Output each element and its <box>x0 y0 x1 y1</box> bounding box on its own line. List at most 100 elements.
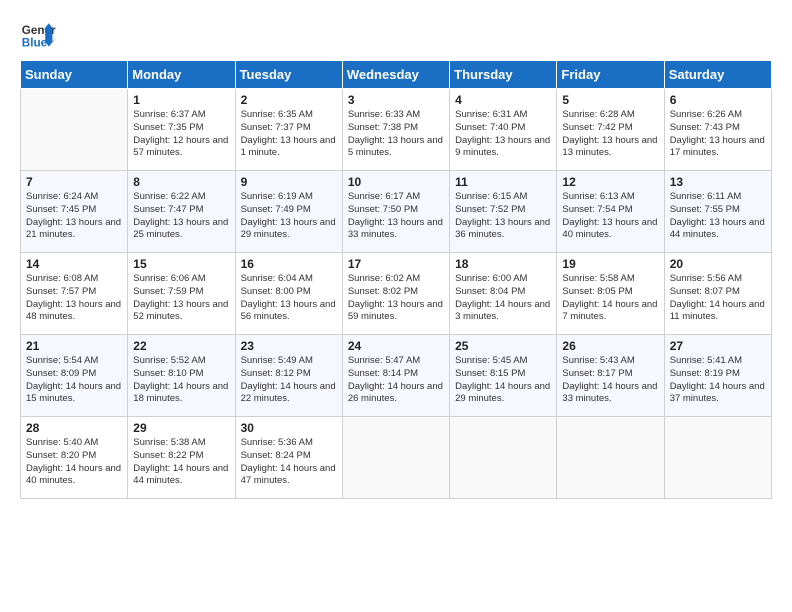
day-number: 6 <box>670 93 766 107</box>
weekday-header-saturday: Saturday <box>664 61 771 89</box>
svg-text:Blue: Blue <box>22 37 48 50</box>
day-info: Sunrise: 6:28 AMSunset: 7:42 PMDaylight:… <box>562 109 658 160</box>
calendar-week-2: 7 Sunrise: 6:24 AMSunset: 7:45 PMDaylight… <box>21 171 772 253</box>
day-info: Sunrise: 6:08 AMSunset: 7:57 PMDaylight:… <box>26 273 122 324</box>
calendar-cell: 6 Sunrise: 6:26 AMSunset: 7:43 PMDaylight… <box>664 89 771 171</box>
day-number: 4 <box>455 93 551 107</box>
weekday-header-friday: Friday <box>557 61 664 89</box>
calendar-cell: 11 Sunrise: 6:15 AMSunset: 7:52 PMDayligh… <box>450 171 557 253</box>
weekday-header-row: SundayMondayTuesdayWednesdayThursdayFrid… <box>21 61 772 89</box>
day-number: 16 <box>241 257 337 271</box>
day-number: 1 <box>133 93 229 107</box>
day-info: Sunrise: 5:54 AMSunset: 8:09 PMDaylight:… <box>26 355 122 406</box>
calendar-cell: 19Sunrise: 5:58 AMSunset: 8:05 PMDayligh… <box>557 253 664 335</box>
calendar-week-4: 21 Sunrise: 5:54 AMSunset: 8:09 PMDayligh… <box>21 335 772 417</box>
calendar-week-3: 14 Sunrise: 6:08 AMSunset: 7:57 PMDayligh… <box>21 253 772 335</box>
calendar-cell: 12 Sunrise: 6:13 AMSunset: 7:54 PMDayligh… <box>557 171 664 253</box>
day-info: Sunrise: 5:43 AMSunset: 8:17 PMDaylight:… <box>562 355 658 406</box>
day-number: 13 <box>670 175 766 189</box>
calendar-cell: 27 Sunrise: 5:41 AMSunset: 8:19 PMDayligh… <box>664 335 771 417</box>
day-info: Sunrise: 6:24 AMSunset: 7:45 PMDaylight:… <box>26 191 122 242</box>
day-number: 10 <box>348 175 444 189</box>
weekday-header-thursday: Thursday <box>450 61 557 89</box>
day-info: Sunrise: 5:41 AMSunset: 8:19 PMDaylight:… <box>670 355 766 406</box>
calendar-cell: 20 Sunrise: 5:56 AMSunset: 8:07 PMDayligh… <box>664 253 771 335</box>
day-number: 21 <box>26 339 122 353</box>
calendar-cell: 18 Sunrise: 6:00 AMSunset: 8:04 PMDayligh… <box>450 253 557 335</box>
day-info: Sunrise: 6:19 AMSunset: 7:49 PMDaylight:… <box>241 191 337 242</box>
calendar-cell: 28 Sunrise: 5:40 AMSunset: 8:20 PMDayligh… <box>21 417 128 499</box>
day-info: Sunrise: 6:26 AMSunset: 7:43 PMDaylight:… <box>670 109 766 160</box>
calendar-cell: 17 Sunrise: 6:02 AMSunset: 8:02 PMDayligh… <box>342 253 449 335</box>
day-number: 25 <box>455 339 551 353</box>
day-info: Sunrise: 6:17 AMSunset: 7:50 PMDaylight:… <box>348 191 444 242</box>
calendar-cell: 30Sunrise: 5:36 AMSunset: 8:24 PMDayligh… <box>235 417 342 499</box>
logo-icon: General Blue <box>20 16 56 52</box>
calendar-cell: 25 Sunrise: 5:45 AMSunset: 8:15 PMDayligh… <box>450 335 557 417</box>
calendar-cell <box>21 89 128 171</box>
day-number: 15 <box>133 257 229 271</box>
day-number: 26 <box>562 339 658 353</box>
day-info: Sunrise: 6:31 AMSunset: 7:40 PMDaylight:… <box>455 109 551 160</box>
weekday-header-sunday: Sunday <box>21 61 128 89</box>
day-info: Sunrise: 5:36 AMSunset: 8:24 PMDaylight:… <box>241 437 337 488</box>
day-number: 27 <box>670 339 766 353</box>
calendar-cell: 26 Sunrise: 5:43 AMSunset: 8:17 PMDayligh… <box>557 335 664 417</box>
day-number: 9 <box>241 175 337 189</box>
day-info: Sunrise: 5:47 AMSunset: 8:14 PMDaylight:… <box>348 355 444 406</box>
day-number: 28 <box>26 421 122 435</box>
calendar-cell <box>450 417 557 499</box>
calendar-cell: 16 Sunrise: 6:04 AMSunset: 8:00 PMDayligh… <box>235 253 342 335</box>
weekday-header-wednesday: Wednesday <box>342 61 449 89</box>
day-info: Sunrise: 6:02 AMSunset: 8:02 PMDaylight:… <box>348 273 444 324</box>
day-number: 5 <box>562 93 658 107</box>
calendar-cell: 9 Sunrise: 6:19 AMSunset: 7:49 PMDaylight… <box>235 171 342 253</box>
calendar-cell <box>557 417 664 499</box>
day-number: 17 <box>348 257 444 271</box>
day-number: 8 <box>133 175 229 189</box>
header: General Blue <box>20 16 772 52</box>
calendar-cell: 24 Sunrise: 5:47 AMSunset: 8:14 PMDayligh… <box>342 335 449 417</box>
day-number: 23 <box>241 339 337 353</box>
day-number: 2 <box>241 93 337 107</box>
calendar-cell: 14 Sunrise: 6:08 AMSunset: 7:57 PMDayligh… <box>21 253 128 335</box>
weekday-header-tuesday: Tuesday <box>235 61 342 89</box>
day-number: 12 <box>562 175 658 189</box>
calendar-cell <box>664 417 771 499</box>
calendar-cell: 5 Sunrise: 6:28 AMSunset: 7:42 PMDaylight… <box>557 89 664 171</box>
day-info: Sunrise: 6:04 AMSunset: 8:00 PMDaylight:… <box>241 273 337 324</box>
calendar-cell: 10 Sunrise: 6:17 AMSunset: 7:50 PMDayligh… <box>342 171 449 253</box>
calendar-cell: 8 Sunrise: 6:22 AMSunset: 7:47 PMDaylight… <box>128 171 235 253</box>
calendar-week-1: 1Sunrise: 6:37 AMSunset: 7:35 PMDaylight… <box>21 89 772 171</box>
calendar-cell <box>342 417 449 499</box>
day-info: Sunrise: 5:40 AMSunset: 8:20 PMDaylight:… <box>26 437 122 488</box>
day-info: Sunrise: 6:15 AMSunset: 7:52 PMDaylight:… <box>455 191 551 242</box>
calendar-cell: 21 Sunrise: 5:54 AMSunset: 8:09 PMDayligh… <box>21 335 128 417</box>
day-number: 14 <box>26 257 122 271</box>
day-info: Sunrise: 5:56 AMSunset: 8:07 PMDaylight:… <box>670 273 766 324</box>
calendar-cell: 2 Sunrise: 6:35 AMSunset: 7:37 PMDaylight… <box>235 89 342 171</box>
day-number: 7 <box>26 175 122 189</box>
calendar-cell: 22Sunrise: 5:52 AMSunset: 8:10 PMDayligh… <box>128 335 235 417</box>
day-info: Sunrise: 5:45 AMSunset: 8:15 PMDaylight:… <box>455 355 551 406</box>
day-number: 19 <box>562 257 658 271</box>
day-info: Sunrise: 5:38 AMSunset: 8:22 PMDaylight:… <box>133 437 229 488</box>
day-info: Sunrise: 6:11 AMSunset: 7:55 PMDaylight:… <box>670 191 766 242</box>
day-info: Sunrise: 6:33 AMSunset: 7:38 PMDaylight:… <box>348 109 444 160</box>
day-number: 18 <box>455 257 551 271</box>
day-number: 20 <box>670 257 766 271</box>
calendar-cell: 13 Sunrise: 6:11 AMSunset: 7:55 PMDayligh… <box>664 171 771 253</box>
weekday-header-monday: Monday <box>128 61 235 89</box>
calendar-cell: 15 Sunrise: 6:06 AMSunset: 7:59 PMDayligh… <box>128 253 235 335</box>
day-info: Sunrise: 5:52 AMSunset: 8:10 PMDaylight:… <box>133 355 229 406</box>
day-info: Sunrise: 6:22 AMSunset: 7:47 PMDaylight:… <box>133 191 229 242</box>
calendar-cell: 1Sunrise: 6:37 AMSunset: 7:35 PMDaylight… <box>128 89 235 171</box>
day-info: Sunrise: 6:06 AMSunset: 7:59 PMDaylight:… <box>133 273 229 324</box>
day-number: 24 <box>348 339 444 353</box>
logo: General Blue <box>20 16 60 52</box>
day-info: Sunrise: 6:13 AMSunset: 7:54 PMDaylight:… <box>562 191 658 242</box>
calendar-cell: 29Sunrise: 5:38 AMSunset: 8:22 PMDayligh… <box>128 417 235 499</box>
day-info: Sunrise: 6:35 AMSunset: 7:37 PMDaylight:… <box>241 109 337 160</box>
day-number: 11 <box>455 175 551 189</box>
day-info: Sunrise: 6:00 AMSunset: 8:04 PMDaylight:… <box>455 273 551 324</box>
